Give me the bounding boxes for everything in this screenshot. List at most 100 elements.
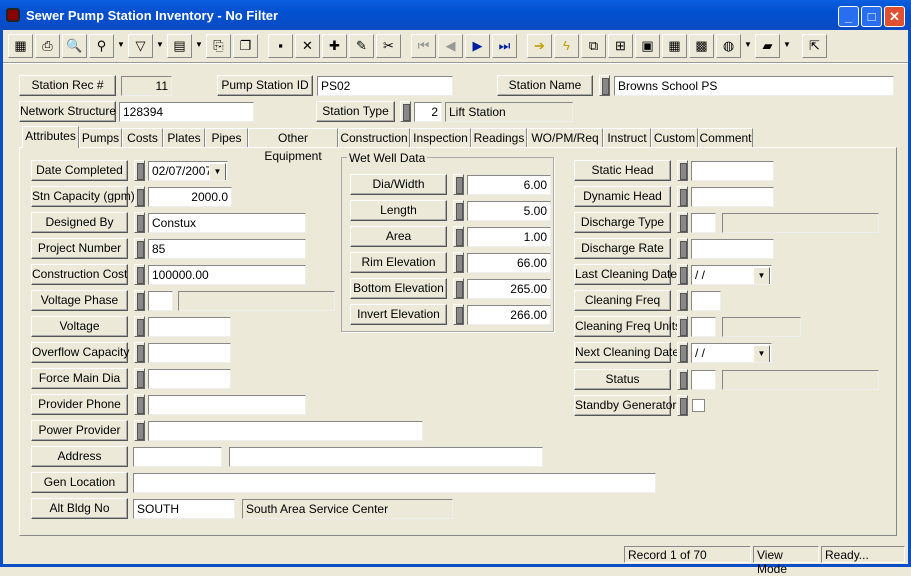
lookup-indicator[interactable] (134, 316, 145, 337)
dropdown-arrow-icon[interactable]: ▼ (194, 34, 204, 58)
dia-width-field[interactable]: 6.00 (467, 175, 551, 195)
station-name-button[interactable]: Station Name (497, 75, 593, 96)
lookup-indicator[interactable] (453, 252, 464, 273)
exit-button[interactable]: ⇱ (802, 34, 827, 58)
stn-capacity-gpm--field[interactable]: 2000.0 (148, 187, 232, 207)
lookup-indicator[interactable] (453, 304, 464, 325)
lookup-indicator[interactable] (134, 290, 145, 311)
discharge-rate-field[interactable] (691, 239, 774, 259)
standby-generator-button[interactable]: Standby Generator (574, 395, 676, 416)
lookup-indicator[interactable] (134, 160, 145, 181)
tab-construction[interactable]: Construction (338, 128, 410, 147)
voltage-button[interactable]: Voltage (31, 316, 128, 337)
project-number-button[interactable]: Project Number (31, 238, 128, 259)
image-button[interactable]: ▣ (635, 34, 660, 58)
print-button[interactable]: ⎙ (35, 34, 60, 58)
lookup-indicator[interactable] (400, 101, 411, 122)
date-completed-button[interactable]: Date Completed (31, 160, 128, 181)
bottom-elevation-field[interactable]: 265.00 (467, 279, 551, 299)
overflow-capacity-button[interactable]: Overflow Capacity (31, 342, 129, 363)
close-button[interactable]: ✕ (884, 6, 905, 27)
address-extra-field[interactable] (229, 447, 543, 467)
tab-pipes[interactable]: Pipes (205, 128, 248, 147)
lookup-indicator[interactable] (134, 342, 145, 363)
force-main-dia-button[interactable]: Force Main Dia (31, 368, 128, 389)
overflow-capacity-field[interactable] (148, 343, 231, 363)
dropdown-arrow-icon[interactable]: ▼ (116, 34, 126, 58)
tab-readings[interactable]: Readings (471, 128, 527, 147)
map-button[interactable]: ▩ (689, 34, 714, 58)
length-field[interactable]: 5.00 (467, 201, 551, 221)
globe-button[interactable]: ◍ (716, 34, 741, 58)
diagram-button[interactable]: ⊞ (608, 34, 633, 58)
station-name-field[interactable]: Browns School PS (614, 76, 894, 96)
alt-bldg-no-button[interactable]: Alt Bldg No (31, 498, 128, 519)
grid-button[interactable]: ▦ (8, 34, 33, 58)
lookup-indicator[interactable] (677, 212, 688, 233)
construction-cost-field[interactable]: 100000.00 (148, 265, 306, 285)
preview-button[interactable]: 🔍 (62, 34, 87, 58)
lookup-indicator[interactable] (677, 316, 688, 337)
lookup-indicator[interactable] (453, 200, 464, 221)
lookup-indicator[interactable] (677, 160, 688, 181)
cut-button[interactable]: ✂ (376, 34, 401, 58)
find-button[interactable]: ⚲ (89, 34, 114, 58)
tab-custom[interactable]: Custom (651, 128, 698, 147)
minimize-button[interactable]: _ (838, 6, 859, 27)
address-field[interactable] (133, 447, 222, 467)
station-rec-button[interactable]: Station Rec # (19, 75, 116, 96)
last-cleaning-date-field[interactable]: / / (691, 265, 772, 285)
tab-instruct[interactable]: Instruct (603, 128, 651, 147)
help-book-button[interactable]: ▰ (755, 34, 780, 58)
lightning-button[interactable]: ϟ (554, 34, 579, 58)
copy-button[interactable]: ❐ (233, 34, 258, 58)
provider-phone-field[interactable] (148, 395, 306, 415)
area-button[interactable]: Area (350, 226, 447, 247)
designed-by-field[interactable]: Constux (148, 213, 306, 233)
next-cleaning-date-field[interactable]: / / (691, 343, 772, 363)
next-cleaning-date-button[interactable]: Next Cleaning Date (574, 342, 679, 363)
force-main-dia-field[interactable] (148, 369, 231, 389)
cleaning-freq-field[interactable] (691, 291, 721, 311)
project-number-field[interactable]: 85 (148, 239, 306, 259)
discharge-type-button[interactable]: Discharge Type (574, 212, 671, 233)
lookup-indicator[interactable] (134, 186, 145, 207)
address-button[interactable]: Address (31, 446, 128, 467)
voltage-phase-field[interactable] (148, 291, 173, 311)
rim-elevation-field[interactable]: 66.00 (467, 253, 551, 273)
discharge-rate-button[interactable]: Discharge Rate (574, 238, 671, 259)
lookup-indicator[interactable] (134, 420, 145, 441)
tab-comment[interactable]: Comment (698, 128, 753, 147)
last-cleaning-date-button[interactable]: Last Cleaning Date (574, 264, 677, 285)
lookup-indicator[interactable] (453, 174, 464, 195)
tab-inspection[interactable]: Inspection (410, 128, 471, 147)
static-head-field[interactable] (691, 161, 774, 181)
edit-button[interactable]: ✎ (349, 34, 374, 58)
tab-wo-pm-req[interactable]: WO/PM/Req (527, 128, 603, 147)
last-button[interactable]: ⏭ (492, 34, 517, 58)
voltage-field[interactable] (148, 317, 231, 337)
lookup-indicator[interactable] (677, 395, 688, 416)
designed-by-button[interactable]: Designed By (31, 212, 128, 233)
station-type-code-field[interactable]: 2 (414, 102, 442, 122)
status-field[interactable] (691, 370, 716, 390)
bottom-elevation-button[interactable]: Bottom Elevation (350, 278, 447, 299)
status-button[interactable]: Status (574, 369, 671, 390)
invert-elevation-button[interactable]: Invert Elevation (350, 304, 447, 325)
prev-button[interactable]: ◀ (438, 34, 463, 58)
stn-capacity-gpm--button[interactable]: Stn Capacity (gpm) (31, 186, 135, 207)
report-button[interactable]: ▤ (167, 34, 192, 58)
lookup-indicator[interactable] (134, 368, 145, 389)
delete-button[interactable]: ✕ (295, 34, 320, 58)
area-field[interactable]: 1.00 (467, 227, 551, 247)
cleaning-freq-units-button[interactable]: Cleaning Freq Units (574, 316, 681, 337)
provider-phone-button[interactable]: Provider Phone (31, 394, 128, 415)
invert-elevation-field[interactable]: 266.00 (467, 305, 551, 325)
alt-bldg-no-field[interactable]: SOUTH (133, 499, 235, 519)
lookup-indicator[interactable] (453, 278, 464, 299)
tab-costs[interactable]: Costs (122, 128, 163, 147)
tab-attributes[interactable]: Attributes (22, 126, 79, 148)
gen-location-button[interactable]: Gen Location (31, 472, 128, 493)
network-structure-button[interactable]: Network Structure (19, 101, 116, 122)
lookup-indicator[interactable] (599, 75, 610, 96)
